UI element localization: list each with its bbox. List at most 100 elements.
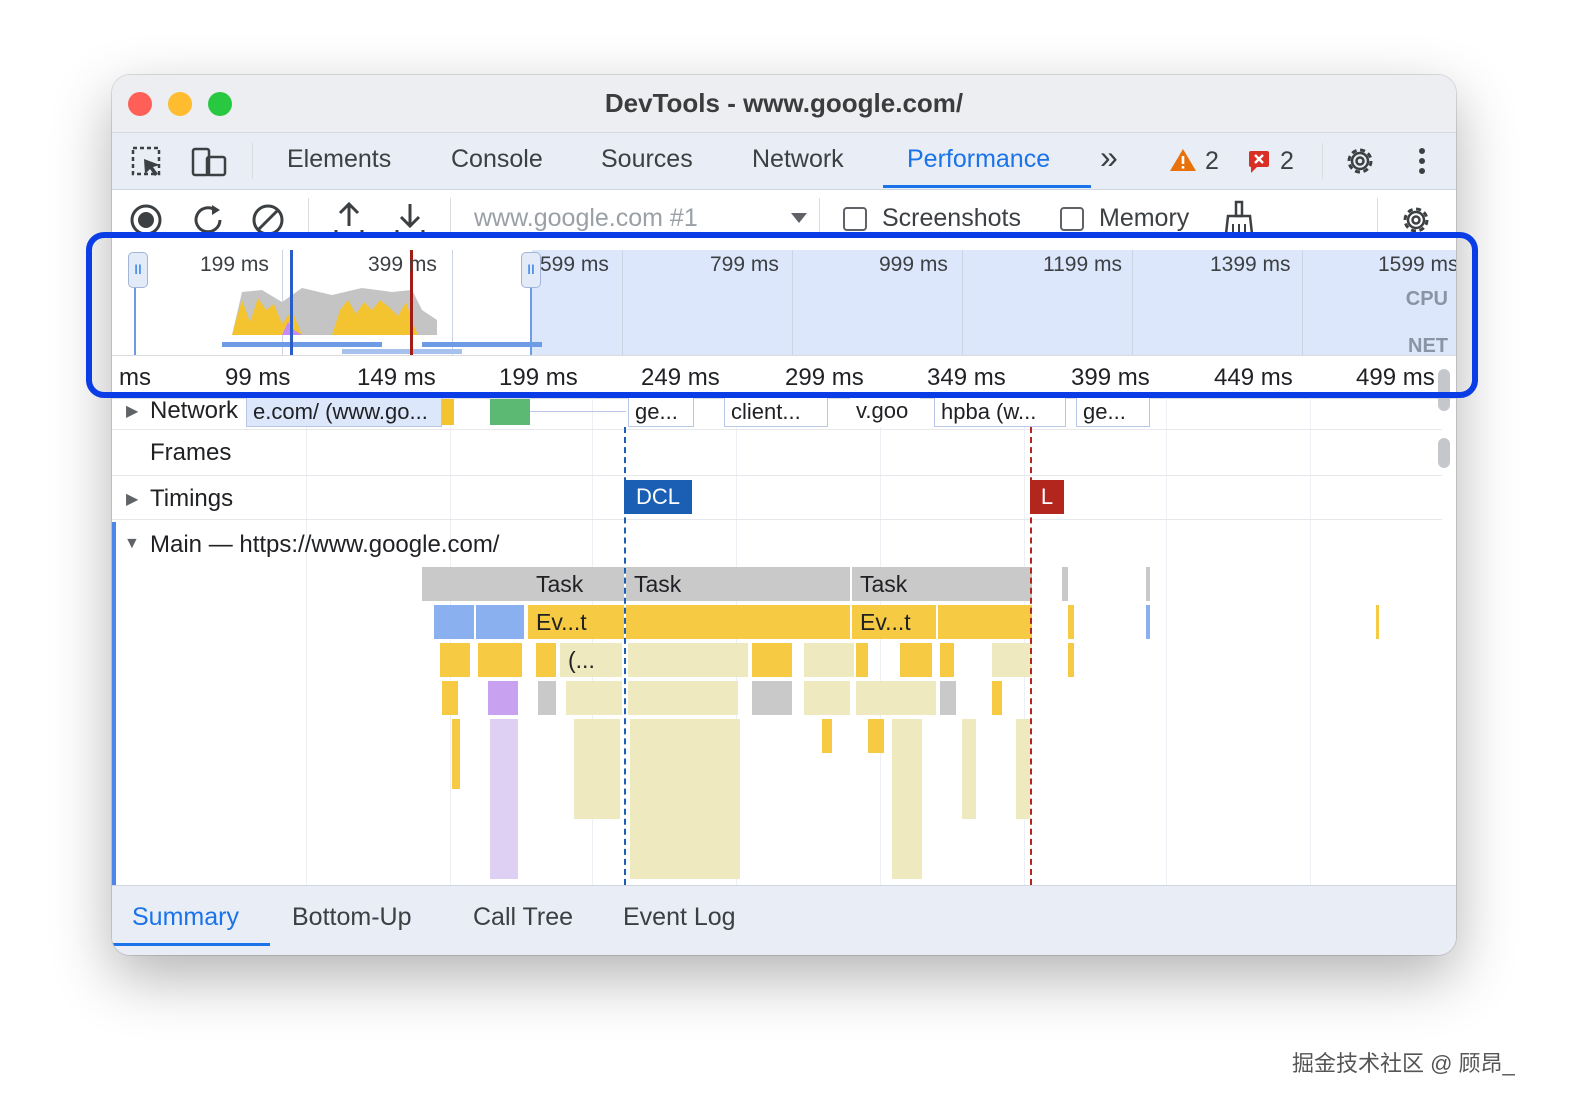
tab-bottom-up[interactable]: Bottom-Up xyxy=(292,903,411,932)
call-block[interactable] xyxy=(900,643,932,677)
call-block[interactable] xyxy=(566,681,622,715)
call-stack-block[interactable] xyxy=(1016,719,1030,819)
scrollbar-thumb[interactable] xyxy=(1438,369,1450,411)
network-request-item[interactable]: ge... xyxy=(628,397,694,427)
main-track-label[interactable]: Main — https://www.google.com/ xyxy=(150,531,499,559)
right-range-handle[interactable]: II xyxy=(521,252,541,288)
tab-call-tree[interactable]: Call Tree xyxy=(473,903,573,932)
call-block[interactable] xyxy=(856,681,936,715)
record-icon[interactable] xyxy=(128,202,164,238)
event-block[interactable] xyxy=(626,605,850,639)
upload-icon[interactable] xyxy=(332,200,366,238)
event-block[interactable] xyxy=(434,605,474,639)
call-stack-block[interactable] xyxy=(962,719,976,819)
tab-performance[interactable]: Performance xyxy=(907,145,1050,174)
tab-event-log[interactable]: Event Log xyxy=(623,903,736,932)
call-block[interactable] xyxy=(488,681,518,715)
scrollbar-thumb[interactable] xyxy=(1438,438,1450,468)
network-request-item[interactable]: v.goo xyxy=(850,397,920,427)
call-block[interactable] xyxy=(440,643,470,677)
event-block[interactable]: Ev...t xyxy=(528,605,624,639)
event-block[interactable] xyxy=(476,605,524,639)
collapse-arrow-icon[interactable]: ▼ xyxy=(124,535,140,553)
call-block[interactable] xyxy=(536,643,556,677)
network-request-item[interactable]: ge... xyxy=(1076,397,1150,427)
tab-summary[interactable]: Summary xyxy=(132,903,239,932)
call-block[interactable] xyxy=(856,643,868,677)
screenshots-label[interactable]: Screenshots xyxy=(882,204,1021,233)
warnings-count[interactable]: 2 xyxy=(1205,147,1219,176)
expand-arrow-icon[interactable]: ▶ xyxy=(126,401,138,421)
call-block[interactable] xyxy=(992,643,1032,677)
frames-track-label[interactable]: Frames xyxy=(150,439,231,467)
task-block[interactable] xyxy=(1062,567,1068,601)
call-block[interactable] xyxy=(940,681,956,715)
tab-network[interactable]: Network xyxy=(752,145,844,174)
chevron-down-icon[interactable] xyxy=(790,211,808,225)
error-icon[interactable] xyxy=(1247,149,1273,175)
call-block[interactable] xyxy=(628,643,748,677)
select-element-icon[interactable] xyxy=(130,145,164,179)
warning-icon[interactable] xyxy=(1169,147,1197,173)
call-stack-block[interactable] xyxy=(452,719,460,789)
left-range-handle[interactable]: II xyxy=(128,252,148,288)
clear-icon[interactable] xyxy=(250,202,286,238)
memory-checkbox[interactable] xyxy=(1060,207,1084,231)
call-block[interactable] xyxy=(442,681,458,715)
network-request-item[interactable]: client... xyxy=(724,397,828,427)
ruler-label: 349 ms xyxy=(927,364,1006,391)
task-block[interactable] xyxy=(1146,567,1150,601)
call-block[interactable] xyxy=(1068,643,1074,677)
call-stack-block[interactable] xyxy=(490,719,518,879)
call-block[interactable] xyxy=(752,681,792,715)
download-icon[interactable] xyxy=(393,200,427,238)
device-toolbar-icon[interactable] xyxy=(190,145,228,179)
expand-arrow-icon[interactable]: ▶ xyxy=(126,489,138,509)
call-stack-block[interactable] xyxy=(892,719,922,879)
recording-select[interactable]: www.google.com #1 xyxy=(474,204,698,233)
flame-chart-area[interactable]: ▶ Network e.com/ (www.go... ge... client… xyxy=(112,397,1456,885)
timings-track-label[interactable]: Timings xyxy=(150,485,233,513)
network-request-item[interactable]: e.com/ (www.go... xyxy=(246,397,442,427)
event-block[interactable] xyxy=(1068,605,1074,639)
tab-elements[interactable]: Elements xyxy=(287,145,391,174)
screenshots-checkbox[interactable] xyxy=(843,207,867,231)
call-block[interactable] xyxy=(804,643,854,677)
event-block[interactable]: Ev...t xyxy=(852,605,936,639)
network-request-bar[interactable] xyxy=(490,399,530,425)
task-block[interactable] xyxy=(422,567,528,601)
task-block[interactable]: Task xyxy=(528,567,624,601)
settings-gear-icon[interactable] xyxy=(1342,143,1378,179)
load-marker[interactable]: L xyxy=(1030,480,1064,514)
call-block[interactable] xyxy=(538,681,556,715)
call-block[interactable] xyxy=(752,643,792,677)
garbage-collect-icon[interactable] xyxy=(1222,200,1256,240)
more-tabs-icon[interactable]: » xyxy=(1100,139,1118,176)
more-options-icon[interactable] xyxy=(1412,145,1432,179)
task-block[interactable]: Task xyxy=(626,567,850,601)
memory-label[interactable]: Memory xyxy=(1099,204,1189,233)
event-block[interactable] xyxy=(938,605,1032,639)
call-stack-block[interactable] xyxy=(630,719,740,879)
call-stack-block[interactable] xyxy=(574,719,620,819)
capture-settings-icon[interactable] xyxy=(1398,202,1434,238)
call-block[interactable]: (... xyxy=(560,643,622,677)
call-block[interactable] xyxy=(992,681,1002,715)
call-block[interactable] xyxy=(478,643,522,677)
errors-count[interactable]: 2 xyxy=(1280,147,1294,176)
call-stack-block[interactable] xyxy=(868,719,884,753)
tab-sources[interactable]: Sources xyxy=(601,145,693,174)
task-block[interactable]: Task xyxy=(852,567,1032,601)
call-block[interactable] xyxy=(628,681,738,715)
dcl-marker[interactable]: DCL xyxy=(624,480,692,514)
call-block[interactable] xyxy=(804,681,850,715)
network-request-item[interactable]: hpba (w... xyxy=(934,397,1066,427)
reload-record-icon[interactable] xyxy=(190,202,226,238)
event-block[interactable] xyxy=(1376,605,1379,639)
call-block[interactable] xyxy=(940,643,954,677)
network-track-label[interactable]: Network xyxy=(150,397,238,425)
timeline-overview[interactable]: II II 199 ms 399 ms 599 ms 799 ms 999 ms… xyxy=(112,250,1456,357)
call-stack-block[interactable] xyxy=(822,719,832,753)
event-block[interactable] xyxy=(1146,605,1150,639)
tab-console[interactable]: Console xyxy=(451,145,543,174)
